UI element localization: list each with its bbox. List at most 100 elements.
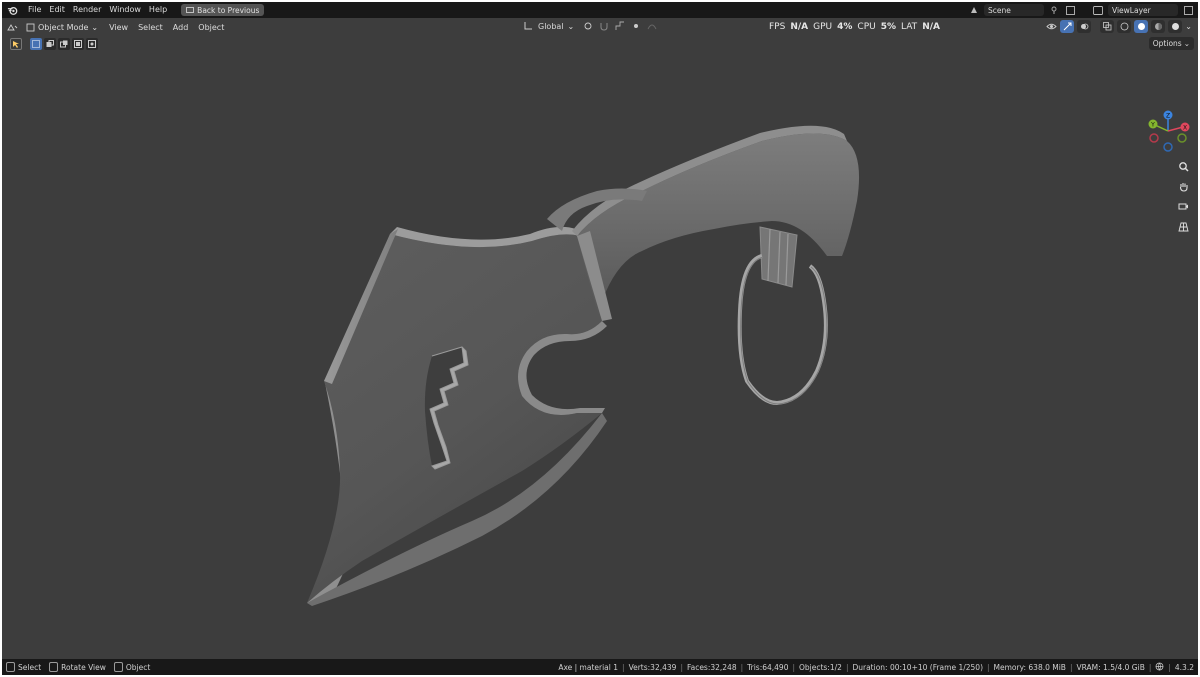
select-invert-icon[interactable] — [72, 37, 84, 50]
mouse-left-icon — [6, 662, 15, 672]
stat-object-material: Axe | material 1 — [558, 662, 619, 672]
rendered-shading-icon[interactable] — [1168, 20, 1183, 33]
hint-select-label: Select — [18, 662, 42, 672]
perspective-grid-icon[interactable] — [1176, 219, 1190, 233]
proportional-edit-icon[interactable] — [630, 20, 642, 32]
menu-help[interactable]: Help — [145, 2, 171, 18]
snap-target-icon[interactable] — [614, 20, 626, 32]
options-label: Options — [1152, 39, 1182, 48]
y-axis-label: Y — [1150, 122, 1155, 129]
blender-window: File Edit Render Window Help Back to Pre… — [2, 2, 1198, 675]
menu-add[interactable]: Add — [168, 23, 194, 32]
zoom-icon[interactable] — [1176, 159, 1190, 173]
stat-verts: Verts:32,439 — [628, 662, 677, 672]
screen-icon — [186, 6, 195, 13]
object-mode-icon — [26, 23, 35, 31]
pin-icon[interactable] — [1048, 4, 1060, 16]
viewport-header: Object Mode ⌄ View Select Add Object Glo… — [2, 18, 1198, 36]
overlays-icon[interactable] — [1077, 20, 1092, 33]
shading-controls: ⌄ — [1045, 20, 1192, 33]
menu-window[interactable]: Window — [105, 2, 145, 18]
globe-icon — [1155, 662, 1164, 673]
visibility-icon[interactable] — [1045, 21, 1057, 33]
view-layer-name: ViewLayer — [1112, 5, 1151, 15]
select-extend-icon[interactable] — [44, 37, 56, 50]
topbar-right: Scene ViewLayer — [968, 4, 1194, 16]
view-layer-selector[interactable]: ViewLayer — [1108, 4, 1178, 16]
chevron-down-icon: ⌄ — [91, 22, 99, 32]
menu-render[interactable]: Render — [69, 2, 105, 18]
axe-handle — [577, 133, 860, 321]
hint-select: Select — [6, 662, 41, 672]
neg-z-axis-handle[interactable] — [1163, 142, 1173, 152]
stat-faces: Faces:32,248 — [686, 662, 737, 672]
back-to-previous-label: Back to Previous — [197, 5, 260, 15]
cpu-label: CPU — [857, 22, 876, 32]
transform-controls: Global ⌄ — [522, 20, 658, 32]
scene-selector[interactable]: Scene — [984, 4, 1044, 16]
stat-memory: Memory: 638.0 MiB — [993, 662, 1066, 672]
lat-value: N/A — [922, 22, 940, 32]
view-layer-icon[interactable] — [1092, 4, 1104, 16]
menu-file[interactable]: File — [24, 2, 45, 18]
scene-statistics: Axe | material 1 | Verts:32,439 | Faces:… — [558, 662, 1194, 673]
object-mode-label: Object Mode — [38, 22, 89, 32]
solid-shading-icon[interactable] — [1134, 20, 1149, 33]
viewport-navigation-tools — [1176, 159, 1190, 233]
falloff-icon[interactable] — [646, 20, 658, 32]
chevron-down-icon: ⌄ — [567, 21, 575, 31]
mouse-right-icon — [113, 662, 123, 672]
new-view-layer-icon[interactable] — [1182, 4, 1194, 16]
neg-x-axis-handle[interactable] — [1149, 133, 1159, 143]
gpu-value: 4% — [837, 22, 853, 32]
pan-hand-icon[interactable] — [1176, 179, 1190, 193]
status-bar: Select Rotate View Object Axe | material… — [2, 659, 1198, 675]
wireframe-shading-icon[interactable] — [1117, 20, 1132, 33]
lat-label: LAT — [901, 22, 918, 32]
scene-icon[interactable] — [968, 4, 980, 16]
back-to-previous-button[interactable]: Back to Previous — [181, 4, 265, 16]
material-shading-icon[interactable] — [1151, 20, 1166, 33]
axe-model[interactable] — [2, 51, 1198, 659]
menu-edit[interactable]: Edit — [45, 2, 69, 18]
select-box-new-icon[interactable] — [30, 37, 42, 50]
navigation-gizmo[interactable]: Z X Y — [1144, 107, 1192, 155]
hint-rotate-label: Rotate View — [61, 662, 106, 672]
fps-value: N/A — [790, 22, 809, 32]
mouse-middle-icon — [49, 662, 59, 672]
stat-vram: VRAM: 1.5/4.0 GiB — [1076, 662, 1145, 672]
select-intersect-icon[interactable] — [86, 37, 98, 50]
top-menu-bar: File Edit Render Window Help Back to Pre… — [2, 2, 1198, 18]
gpu-label: GPU — [813, 22, 833, 32]
hint-rotate-view: Rotate View — [49, 662, 106, 672]
menu-object[interactable]: Object — [193, 23, 229, 32]
x-axis-label: X — [1183, 125, 1187, 132]
stat-tris: Tris:64,490 — [747, 662, 789, 672]
orientation-icon[interactable] — [522, 20, 534, 32]
blender-logo-icon[interactable] — [6, 4, 18, 16]
performance-stats: FPS N/A GPU 4% CPU 5% LAT N/A — [769, 18, 940, 36]
tool-settings-row — [2, 36, 1198, 51]
menu-view[interactable]: View — [104, 23, 133, 32]
menu-select[interactable]: Select — [133, 23, 168, 32]
gizmo-toggle-icon[interactable] — [1060, 20, 1075, 33]
new-scene-icon[interactable] — [1064, 4, 1076, 16]
fps-label: FPS — [769, 22, 786, 32]
camera-view-icon[interactable] — [1176, 199, 1190, 213]
orientation-dropdown[interactable]: Global — [538, 22, 564, 31]
scene-name: Scene — [988, 5, 1011, 15]
cpu-value: 5% — [880, 22, 896, 32]
snap-icon[interactable] — [598, 20, 610, 32]
stat-version: 4.3.2 — [1174, 662, 1194, 672]
select-tool-icon[interactable] — [10, 37, 22, 50]
shading-options-chevron-icon[interactable]: ⌄ — [1185, 22, 1192, 31]
select-subtract-icon[interactable] — [58, 37, 70, 50]
3d-viewport[interactable]: Z X Y — [2, 51, 1198, 659]
neg-y-axis-handle[interactable] — [1177, 133, 1187, 143]
options-dropdown[interactable]: Options ⌄ — [1148, 37, 1194, 50]
stat-duration: Duration: 00:10+10 (Frame 1/250) — [852, 662, 983, 672]
pivot-point-icon[interactable] — [582, 20, 594, 32]
editor-type-icon[interactable] — [6, 21, 18, 33]
xray-toggle-icon[interactable] — [1100, 20, 1115, 33]
object-mode-dropdown[interactable]: Object Mode ⌄ — [26, 23, 98, 32]
